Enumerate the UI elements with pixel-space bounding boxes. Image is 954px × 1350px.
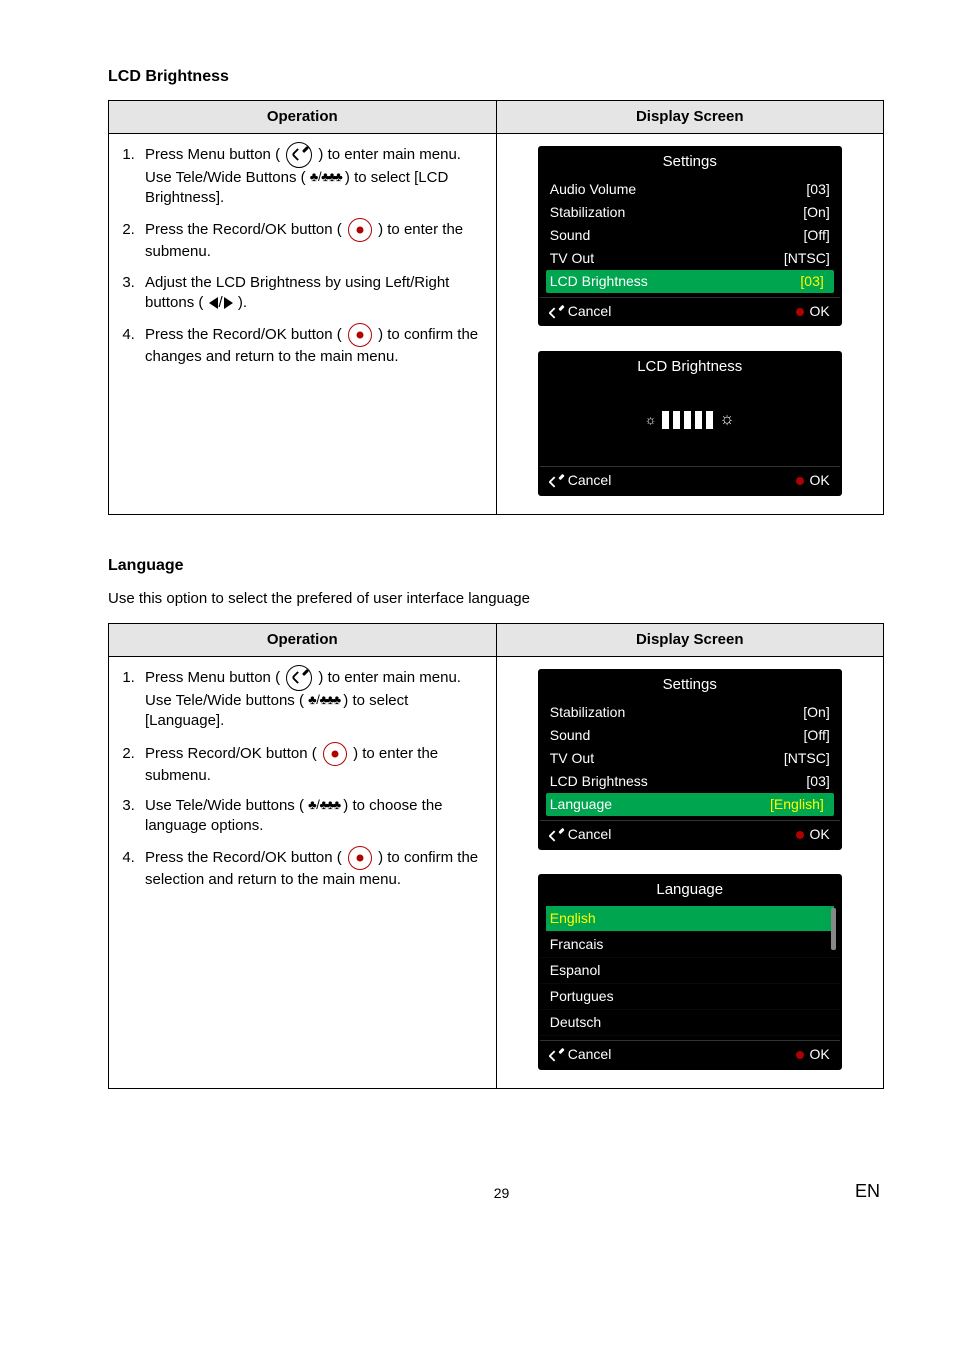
arrow-right-icon: [224, 297, 233, 309]
ok-label: OK: [810, 1046, 830, 1062]
cancel-icon: [550, 829, 562, 841]
lcd-brightness-menu: LCD Brightness ☼ ☼ Cancel OK: [538, 351, 842, 496]
record-ok-icon: [323, 742, 347, 766]
col-display-screen: Display Screen: [496, 623, 884, 656]
language-list: EnglishFrancaisEspanolPortuguesDeutsch: [540, 906, 840, 1035]
ok-label: OK: [810, 826, 830, 842]
menu-item: Audio Volume[03]: [540, 178, 840, 201]
cancel-label: Cancel: [568, 1046, 612, 1062]
record-ok-icon: [348, 846, 372, 870]
step-3: Adjust the LCD Brightness by using Left/…: [139, 273, 486, 314]
record-ok-icon: [348, 218, 372, 242]
table-language: Operation Display Screen Press Menu butt…: [108, 623, 884, 1089]
menu-item: Language[English]: [546, 793, 834, 816]
cancel-label: Cancel: [568, 303, 612, 319]
menu-title: Language: [540, 876, 840, 906]
language-option: English: [546, 906, 834, 932]
menu-title: Settings: [540, 148, 840, 178]
tele-wide-icon: ♣ / ♣♣♣: [308, 691, 339, 709]
cancel-icon: [550, 1049, 562, 1061]
table-lcd-brightness: Operation Display Screen Press Menu butt…: [108, 100, 884, 515]
scrollbar-indicator: [831, 908, 836, 950]
menu-item: Stabilization[On]: [540, 701, 840, 724]
ok-dot-icon: [796, 308, 804, 316]
menu-button-icon: [286, 142, 312, 168]
menu-item: Sound[Off]: [540, 224, 840, 247]
step-4: Press the Record/OK button ( ) to confir…: [139, 846, 486, 890]
sun-large-icon: ☼: [719, 408, 735, 431]
step-4: Press the Record/OK button ( ) to confir…: [139, 323, 486, 367]
language-option: Deutsch: [540, 1010, 840, 1036]
col-operation: Operation: [109, 623, 497, 656]
menu-button-icon: [286, 665, 312, 691]
page-number: 29: [148, 1184, 855, 1203]
language-option: Francais: [540, 932, 840, 958]
col-operation: Operation: [109, 100, 497, 133]
cancel-icon: [550, 306, 562, 318]
brightness-slider: ☼ ☼: [540, 383, 840, 462]
menu-item: Sound[Off]: [540, 724, 840, 747]
language-option: Espanol: [540, 958, 840, 984]
steps-language: Press Menu button ( ) to enter main menu…: [119, 665, 486, 891]
menu-item: LCD Brightness[03]: [546, 270, 834, 293]
cancel-icon: [550, 475, 562, 487]
sun-small-icon: ☼: [645, 411, 657, 429]
menu-item: Stabilization[On]: [540, 201, 840, 224]
step-2: Press the Record/OK button ( ) to enter …: [139, 218, 486, 262]
step-1: Press Menu button ( ) to enter main menu…: [139, 665, 486, 732]
menu-item: TV Out[NTSC]: [540, 247, 840, 270]
cancel-label: Cancel: [568, 472, 612, 488]
menu-title: LCD Brightness: [540, 353, 840, 383]
ok-dot-icon: [796, 831, 804, 839]
settings-menu-language: Settings Stabilization[On]Sound[Off]TV O…: [538, 669, 842, 850]
tele-wide-icon: ♣ / ♣♣♣: [310, 168, 341, 186]
ok-dot-icon: [796, 477, 804, 485]
language-code: EN: [855, 1179, 880, 1203]
section-title-language: Language: [108, 555, 884, 577]
settings-menu-lcd: Settings Audio Volume[03]Stabilization[O…: [538, 146, 842, 327]
arrow-left-icon: [209, 297, 218, 309]
ok-dot-icon: [796, 1051, 804, 1059]
step-2: Press Record/OK button ( ) to enter the …: [139, 742, 486, 786]
ok-label: OK: [810, 303, 830, 319]
ok-label: OK: [810, 472, 830, 488]
step-3: Use Tele/Wide buttons ( ♣ / ♣♣♣ ) to cho…: [139, 796, 486, 837]
menu-items-1: Audio Volume[03]Stabilization[On]Sound[O…: [540, 178, 840, 292]
steps-lcd: Press Menu button ( ) to enter main menu…: [119, 142, 486, 368]
menu-title: Settings: [540, 671, 840, 701]
menu-item: TV Out[NTSC]: [540, 747, 840, 770]
language-intro: Use this option to select the prefered o…: [108, 589, 884, 609]
col-display-screen: Display Screen: [496, 100, 884, 133]
cancel-label: Cancel: [568, 826, 612, 842]
tele-wide-icon: ♣ / ♣♣♣: [308, 796, 339, 814]
language-list-menu: Language EnglishFrancaisEspanolPortugues…: [538, 874, 842, 1070]
menu-items-2: Stabilization[On]Sound[Off]TV Out[NTSC]L…: [540, 701, 840, 815]
record-ok-icon: [348, 323, 372, 347]
section-title-lcd: LCD Brightness: [108, 66, 884, 88]
menu-item: LCD Brightness[03]: [540, 770, 840, 793]
language-option: Portugues: [540, 984, 840, 1010]
step-1: Press Menu button ( ) to enter main menu…: [139, 142, 486, 209]
